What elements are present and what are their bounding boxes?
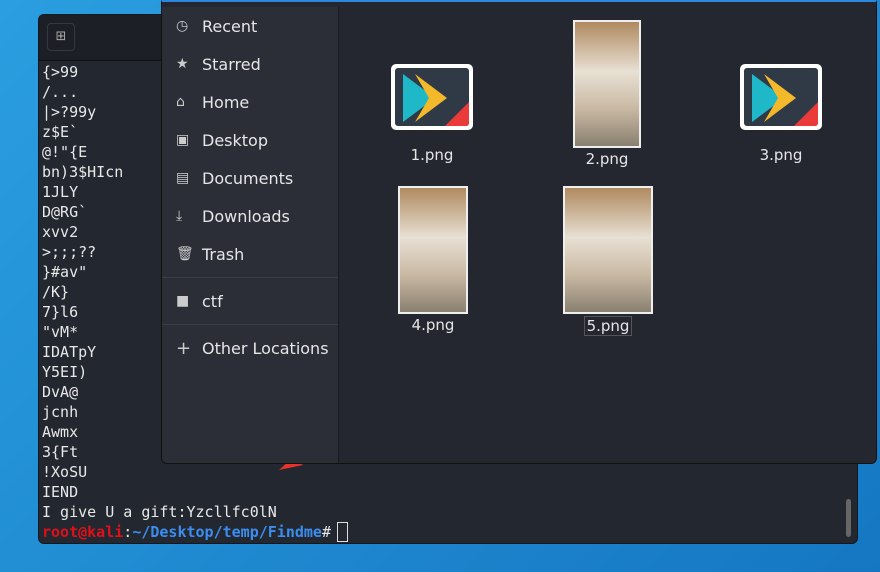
terminal-line: IEND (42, 483, 79, 501)
file-item-4[interactable]: 4.png (388, 186, 478, 334)
home-icon: ⌂ (176, 94, 185, 110)
download-icon: ⤓ (176, 208, 183, 224)
file-item-2[interactable]: 2.png (562, 20, 652, 168)
desktop-icon: ▣ (176, 132, 190, 148)
sidebar-item-trash[interactable]: 🗑 Trash (162, 235, 338, 273)
trash-icon: 🗑 (176, 246, 194, 262)
file-item-3[interactable]: 3.png (739, 64, 823, 164)
sidebar-item-ctf[interactable]: ■ ctf (162, 282, 338, 320)
app-logo-thumbnail (391, 64, 473, 130)
terminal-line: I give U a gift:Yzcllfc0lN (42, 503, 277, 521)
plus-icon: + (176, 337, 192, 359)
clock-icon: ◷ (176, 18, 189, 34)
cursor (337, 522, 348, 542)
image-thumbnail (573, 20, 641, 148)
star-icon: ★ (176, 56, 189, 72)
scrollbar[interactable] (846, 499, 851, 537)
sidebar-item-recent[interactable]: ◷ Recent (162, 7, 338, 45)
sidebar-item-home[interactable]: ⌂ Home (162, 83, 338, 121)
image-thumbnail (398, 186, 468, 314)
image-thumbnail (563, 186, 653, 314)
file-item-5[interactable]: 5.png (562, 186, 654, 336)
file-manager-window[interactable]: ◷ Recent ★ Starred ⌂ Home ▣ Desktop ▤ Documents ⤓ D… (161, 0, 877, 464)
new-tab-button[interactable]: ⊞ (47, 23, 75, 51)
sidebar: ◷ Recent ★ Starred ⌂ Home ▣ Desktop ▤ Documents ⤓ D… (162, 7, 339, 463)
sidebar-item-desktop[interactable]: ▣ Desktop (162, 121, 338, 159)
file-item-1[interactable]: 1.png (390, 64, 474, 164)
sidebar-item-downloads[interactable]: ⤓ Downloads (162, 197, 338, 235)
app-logo-thumbnail (740, 64, 822, 130)
sidebar-item-other-locations[interactable]: + Other Locations (162, 329, 338, 367)
prompt-line: root@kali:~/Desktop/temp/Findme# (42, 522, 348, 542)
folder-icon: ■ (176, 293, 190, 309)
sidebar-item-starred[interactable]: ★ Starred (162, 45, 338, 83)
document-icon: ▤ (176, 170, 190, 186)
sidebar-item-documents[interactable]: ▤ Documents (162, 159, 338, 197)
